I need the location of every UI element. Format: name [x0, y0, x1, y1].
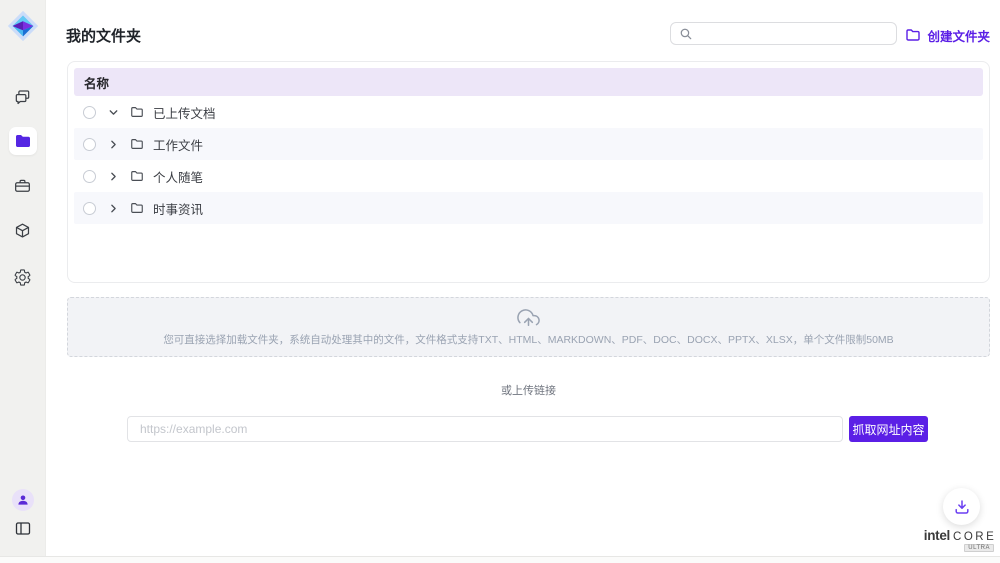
create-folder-button[interactable]: 创建文件夹: [905, 26, 990, 44]
sidebar-item-account[interactable]: [12, 489, 34, 511]
chevron-down-icon: [107, 202, 120, 215]
folder-icon: [130, 137, 144, 151]
row-checkbox[interactable]: [83, 138, 96, 151]
download-fab-button[interactable]: [943, 488, 980, 525]
table-row[interactable]: 工作文件: [74, 128, 983, 160]
row-expand-chevron[interactable]: [107, 170, 120, 183]
gear-icon: [13, 268, 32, 287]
row-checkbox[interactable]: [83, 202, 96, 215]
cloud-upload-icon: [517, 307, 540, 330]
name-column-label: 名称: [84, 73, 109, 92]
table-row[interactable]: 已上传文档: [74, 96, 983, 128]
folder-icon: [130, 201, 144, 215]
create-folder-label: 创建文件夹: [927, 26, 990, 45]
folder-name: 个人随笔: [153, 167, 203, 186]
url-input[interactable]: [127, 416, 843, 442]
search-icon: [679, 27, 693, 41]
chat-icon: [13, 88, 32, 107]
folder-icon: [130, 169, 144, 183]
panel-icon: [14, 520, 32, 538]
row-expand-chevron[interactable]: [107, 106, 120, 119]
folder-icon: [13, 131, 33, 151]
or-upload-link-label: 或上传链接: [67, 382, 990, 398]
sidebar-item-chat[interactable]: [12, 87, 34, 107]
folder-name: 已上传文档: [153, 103, 216, 122]
page-title: 我的文件夹: [66, 25, 141, 46]
folder-name: 工作文件: [153, 135, 203, 154]
table-header-name: 名称: [74, 68, 983, 96]
table-row[interactable]: 个人随笔: [74, 160, 983, 192]
sidebar-item-folders[interactable]: [9, 127, 37, 155]
intel-ultra-badge: ultra: [964, 544, 994, 552]
sidebar-item-settings[interactable]: [12, 267, 34, 287]
upload-hint-text: 您可直接选择加载文件夹，系统自动处理其中的文件，文件格式支持TXT、HTML、M…: [163, 332, 893, 347]
folder-icon: [130, 105, 144, 119]
row-checkbox[interactable]: [83, 170, 96, 183]
intel-core-logo: intel core ultra: [924, 528, 996, 552]
sidebar-item-workspace[interactable]: [12, 176, 34, 196]
intel-product-text: core: [953, 531, 996, 543]
search-box[interactable]: [670, 22, 897, 45]
window-bottom-edge: [0, 556, 1000, 563]
row-checkbox[interactable]: [83, 106, 96, 119]
folder-name: 时事资讯: [153, 199, 203, 218]
search-input[interactable]: [699, 27, 888, 41]
intel-brand-text: intel: [924, 528, 950, 543]
chevron-down-icon: [107, 138, 120, 151]
fetch-url-button[interactable]: 抓取网址内容: [849, 416, 928, 442]
row-expand-chevron[interactable]: [107, 202, 120, 215]
briefcase-icon: [13, 177, 32, 196]
row-expand-chevron[interactable]: [107, 138, 120, 151]
app-window: 我的文件夹 创建文件夹 名称: [0, 0, 1000, 563]
app-logo[interactable]: [5, 8, 41, 44]
folder-plus-icon: [905, 27, 921, 43]
folder-table-body: 已上传文档 工作文件: [74, 96, 983, 224]
download-icon: [953, 498, 971, 516]
diamond-logo-icon: [6, 9, 40, 43]
sidebar: [0, 0, 46, 563]
person-icon: [17, 494, 29, 506]
chevron-down-icon: [107, 170, 120, 183]
upload-dropzone[interactable]: 您可直接选择加载文件夹，系统自动处理其中的文件，文件格式支持TXT、HTML、M…: [67, 297, 990, 357]
chevron-down-icon: [107, 106, 120, 119]
cube-icon: [13, 222, 32, 241]
folder-table-card: 名称 已上传文档: [67, 61, 990, 283]
sidebar-toggle-panel[interactable]: [12, 519, 34, 539]
table-row[interactable]: 时事资讯: [74, 192, 983, 224]
sidebar-item-models[interactable]: [12, 221, 34, 241]
